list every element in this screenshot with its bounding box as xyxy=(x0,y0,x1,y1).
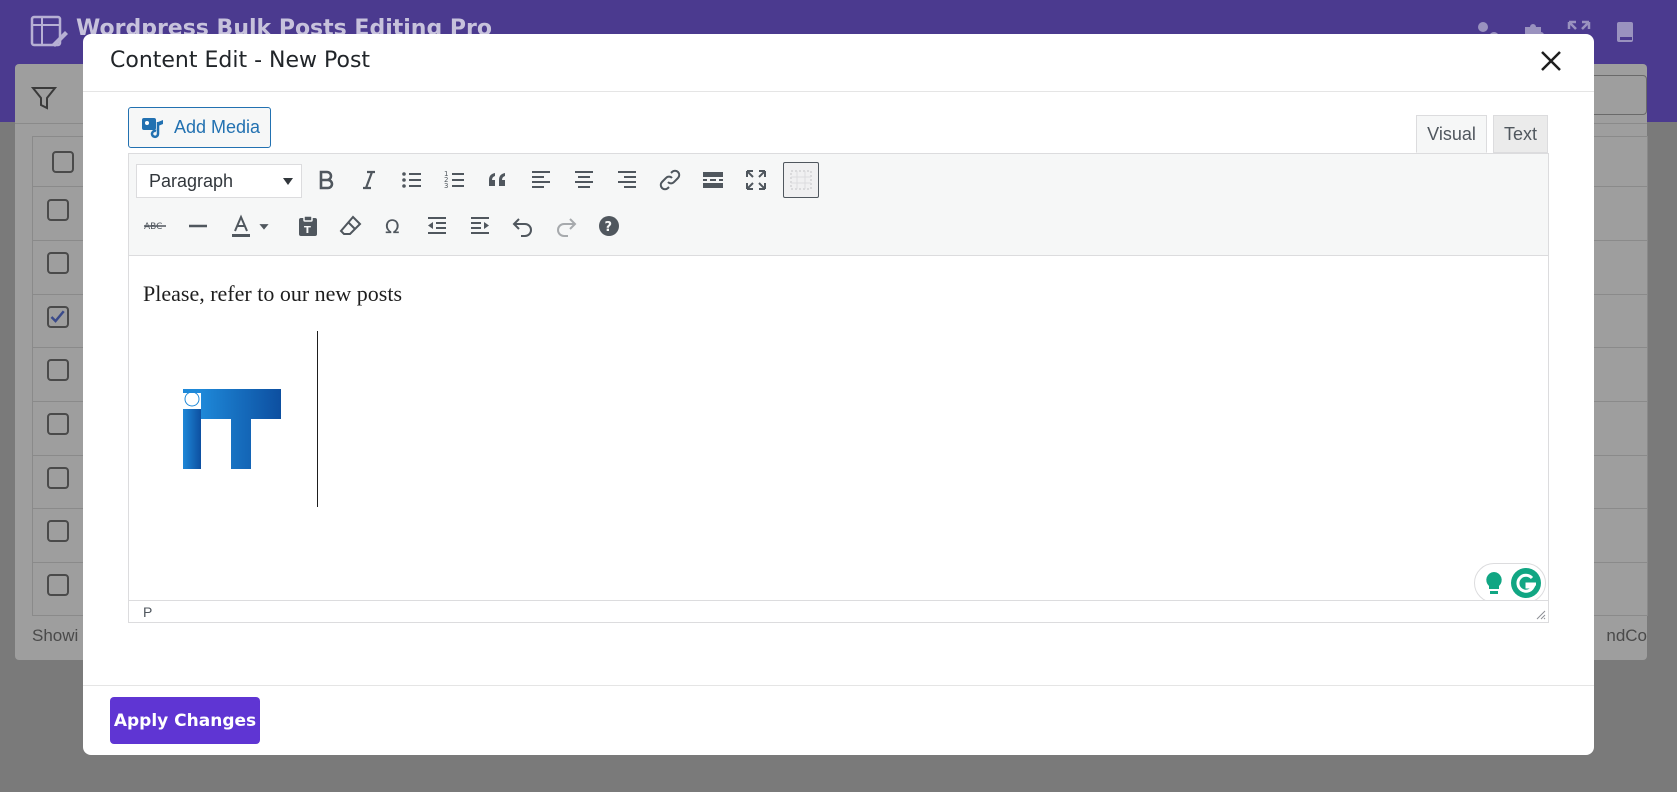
align-left-icon[interactable] xyxy=(523,162,559,198)
svg-text:T: T xyxy=(304,225,311,236)
modal-title: Content Edit - New Post xyxy=(110,48,371,73)
align-right-icon[interactable] xyxy=(609,162,645,198)
apply-changes-button[interactable]: Apply Changes xyxy=(110,697,260,744)
content-text: Please, refer to our new posts xyxy=(143,281,403,306)
text-cursor xyxy=(317,331,318,507)
editor-toolbar: Paragraph 123 ABC T Ω ? xyxy=(129,154,1548,256)
row-checkbox[interactable] xyxy=(47,520,69,542)
book-icon[interactable] xyxy=(1613,20,1637,44)
row-checkbox[interactable] xyxy=(47,467,69,489)
indent-icon[interactable] xyxy=(462,208,498,244)
wysiwyg-editor: Paragraph 123 ABC T Ω ? Please, refer to… xyxy=(128,153,1549,623)
select-all-checkbox[interactable] xyxy=(52,151,74,173)
numbered-list-icon[interactable]: 123 xyxy=(437,162,473,198)
tab-text[interactable]: Text xyxy=(1493,115,1548,153)
table-edit-icon xyxy=(30,15,68,47)
format-select-value: Paragraph xyxy=(149,170,234,191)
row-checkbox[interactable] xyxy=(47,574,69,596)
strikethrough-icon[interactable]: ABC xyxy=(137,208,173,244)
content-edit-modal: Content Edit - New Post Add Media Visual… xyxy=(83,34,1594,755)
media-icon xyxy=(142,117,163,138)
redo-icon[interactable] xyxy=(548,208,584,244)
close-icon[interactable] xyxy=(1538,48,1564,74)
row-checkbox[interactable] xyxy=(47,199,69,221)
editor-status-path: P xyxy=(129,600,1548,622)
outdent-icon[interactable] xyxy=(419,208,455,244)
inserted-logo-image[interactable] xyxy=(181,387,283,469)
special-char-icon[interactable]: Ω xyxy=(376,208,412,244)
bold-icon[interactable] xyxy=(308,162,344,198)
clear-formatting-icon[interactable] xyxy=(333,208,369,244)
row-checkbox-checked[interactable] xyxy=(47,306,69,328)
toolbar-toggle-icon[interactable] xyxy=(783,162,819,198)
paste-text-icon[interactable]: T xyxy=(290,208,326,244)
read-more-icon[interactable] xyxy=(695,162,731,198)
grammarly-widget[interactable] xyxy=(1474,563,1546,603)
undo-icon[interactable] xyxy=(505,208,541,244)
row-checkbox[interactable] xyxy=(47,359,69,381)
resize-handle-icon[interactable] xyxy=(1534,608,1546,620)
add-media-label: Add Media xyxy=(174,117,261,137)
add-media-button[interactable]: Add Media xyxy=(128,107,271,148)
help-icon[interactable]: ? xyxy=(591,208,627,244)
align-center-icon[interactable] xyxy=(566,162,602,198)
filter-icon[interactable] xyxy=(30,84,58,112)
tab-visual[interactable]: Visual xyxy=(1416,115,1487,153)
svg-text:3: 3 xyxy=(444,182,448,190)
lightbulb-icon[interactable] xyxy=(1479,568,1509,598)
bullet-list-icon[interactable] xyxy=(394,162,430,198)
format-select[interactable]: Paragraph xyxy=(136,164,302,198)
link-icon[interactable] xyxy=(652,162,688,198)
svg-text:Ω: Ω xyxy=(385,216,400,238)
svg-text:?: ? xyxy=(605,220,613,235)
grammarly-icon[interactable] xyxy=(1511,568,1541,598)
horizontal-line-icon[interactable] xyxy=(180,208,216,244)
row-checkbox[interactable] xyxy=(47,413,69,435)
blockquote-icon[interactable] xyxy=(480,162,516,198)
fullscreen-icon[interactable] xyxy=(738,162,774,198)
modal-header: Content Edit - New Post xyxy=(83,34,1594,92)
editor-content-area[interactable]: Please, refer to our new posts xyxy=(129,257,1548,603)
footer-credit: ndCo xyxy=(1606,626,1647,645)
italic-icon[interactable] xyxy=(351,162,387,198)
chevron-down-icon xyxy=(283,178,293,185)
row-checkbox[interactable] xyxy=(47,252,69,274)
pagination-info: Showi xyxy=(32,626,79,645)
svg-text:ABC: ABC xyxy=(144,222,162,232)
modal-footer: Apply Changes xyxy=(83,685,1594,755)
text-color-dropdown-icon[interactable] xyxy=(253,208,275,244)
